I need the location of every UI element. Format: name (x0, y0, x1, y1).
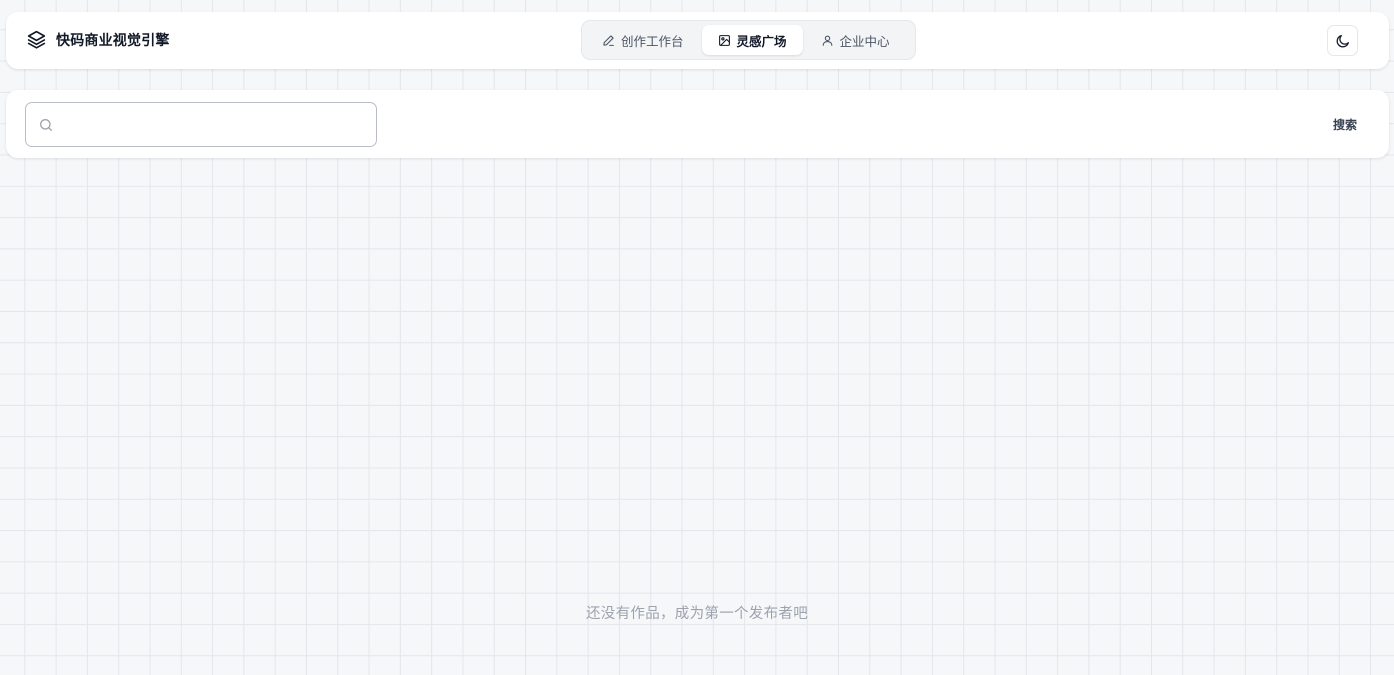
pencil-icon (602, 34, 615, 47)
empty-state-message: 还没有作品，成为第一个发布者吧 (586, 606, 808, 622)
user-icon (821, 34, 834, 47)
tab-workbench[interactable]: 创作工作台 (586, 25, 700, 55)
layers-icon (26, 29, 47, 50)
tab-inspiration-label: 灵感广场 (736, 33, 787, 49)
search-panel: 搜索 (6, 90, 1389, 158)
search-box[interactable] (25, 102, 377, 147)
brand-title: 快码商业视觉引擎 (56, 32, 170, 49)
tab-workbench-label: 创作工作台 (621, 33, 684, 49)
search-icon (38, 117, 54, 133)
top-header: 快码商业视觉引擎 创作工作台 灵感广场 企业中心 (6, 12, 1389, 69)
tab-enterprise[interactable]: 企业中心 (805, 25, 906, 55)
image-icon (718, 34, 731, 47)
main-nav: 创作工作台 灵感广场 企业中心 (581, 20, 916, 60)
theme-toggle-button[interactable] (1327, 25, 1358, 56)
brand[interactable]: 快码商业视觉引擎 (26, 29, 170, 50)
search-button[interactable]: 搜索 (1319, 110, 1371, 138)
tab-inspiration[interactable]: 灵感广场 (701, 25, 803, 55)
tab-enterprise-label: 企业中心 (839, 33, 890, 49)
search-input[interactable] (62, 103, 362, 146)
moon-icon (1335, 33, 1351, 49)
